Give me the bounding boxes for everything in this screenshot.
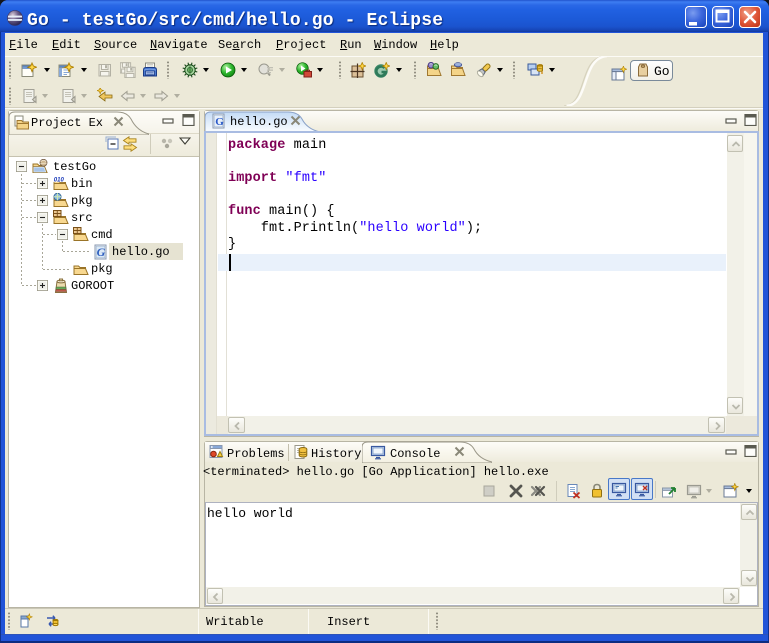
svg-text:G: G xyxy=(97,245,106,259)
svg-text:010: 010 xyxy=(54,177,65,183)
svg-text:G: G xyxy=(215,116,224,128)
